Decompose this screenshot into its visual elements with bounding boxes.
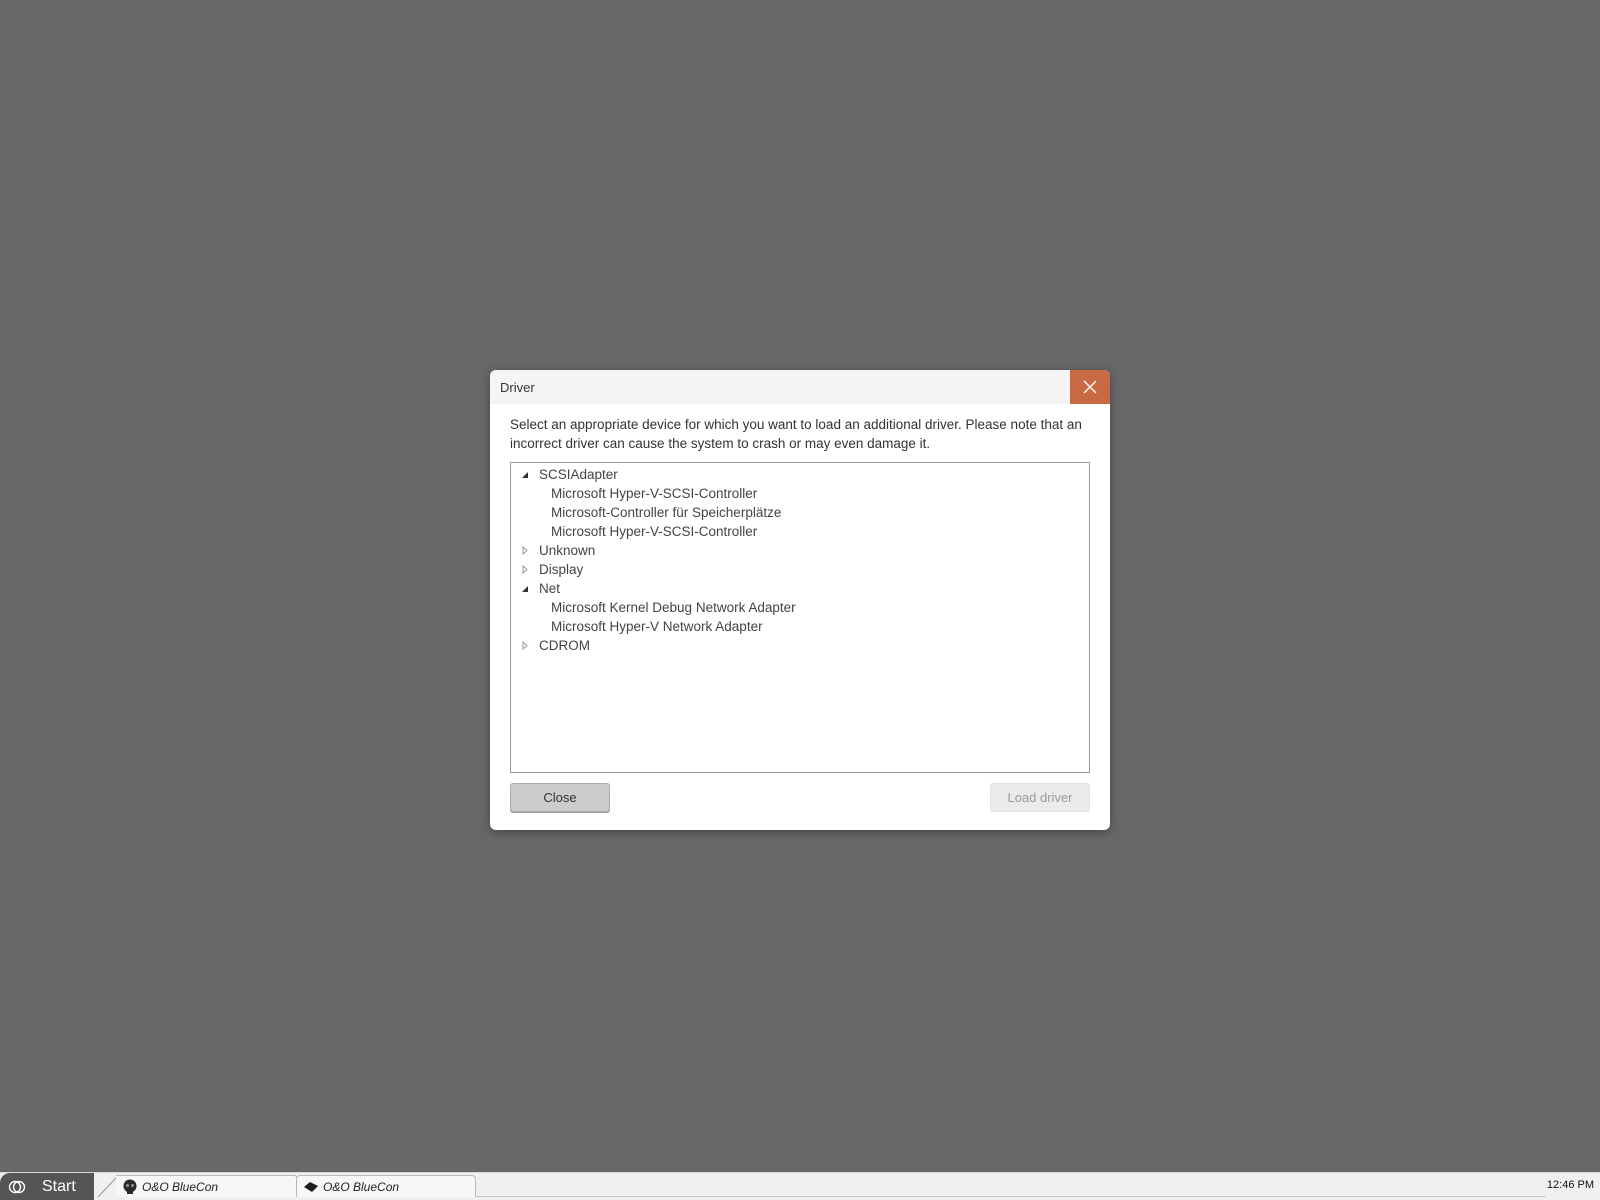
tree-device-item[interactable]: Microsoft Hyper-V Network Adapter <box>511 617 1089 636</box>
taskbar-divider <box>97 1177 117 1198</box>
close-button[interactable]: Close <box>510 783 610 812</box>
tree-category-label: CDROM <box>539 638 590 653</box>
taskbar-item-label: O&O BlueCon <box>142 1179 219 1194</box>
start-button[interactable]: Start <box>0 1173 94 1200</box>
collapsed-arrow-icon[interactable] <box>519 640 531 652</box>
taskbar: Start O&O BlueCon O&O BlueCon 12:46 PM <box>0 1172 1600 1200</box>
tree-category-label: Display <box>539 562 584 577</box>
tree-device-item[interactable]: Microsoft Hyper-V-SCSI-Controller <box>511 484 1089 503</box>
taskbar-separator <box>476 1175 1546 1197</box>
expanded-arrow-icon[interactable] <box>519 583 531 595</box>
load-driver-button[interactable]: Load driver <box>990 783 1090 812</box>
device-tree[interactable]: SCSIAdapter Microsoft Hyper-V-SCSI-Contro… <box>510 462 1090 773</box>
tree-category-label: SCSIAdapter <box>539 467 618 482</box>
tree-category-label: Unknown <box>539 543 596 558</box>
tree-device-label: Microsoft Kernel Debug Network Adapter <box>551 600 796 615</box>
expanded-arrow-icon[interactable] <box>519 469 531 481</box>
tree-device-item[interactable]: Microsoft Kernel Debug Network Adapter <box>511 598 1089 617</box>
collapsed-arrow-icon[interactable] <box>519 545 531 557</box>
dialog-close-button[interactable] <box>1070 370 1110 404</box>
bluecon-skull-icon <box>122 1179 138 1195</box>
tree-device-label: Microsoft Hyper-V Network Adapter <box>551 619 763 634</box>
close-icon <box>1083 380 1097 394</box>
tree-category-net[interactable]: Net <box>511 579 1089 598</box>
tree-category-cdrom[interactable]: CDROM <box>511 636 1089 655</box>
taskbar-item-bluecon-2[interactable]: O&O BlueCon <box>296 1175 476 1197</box>
tree-device-item[interactable]: Microsoft-Controller für Speicherplätze <box>511 503 1089 522</box>
driver-dialog: Driver Select an appropriate device for … <box>490 370 1110 830</box>
bluecon-diamond-icon <box>303 1180 319 1194</box>
tree-device-label: Microsoft-Controller für Speicherplätze <box>551 505 782 520</box>
tree-category-display[interactable]: Display <box>511 560 1089 579</box>
clock: 12:46 PM <box>1546 1179 1594 1191</box>
tree-device-label: Microsoft Hyper-V-SCSI-Controller <box>551 524 758 539</box>
dialog-description: Select an appropriate device for which y… <box>510 417 1082 451</box>
start-label: Start <box>42 1178 76 1195</box>
tree-category-label: Net <box>539 581 561 596</box>
tree-device-item[interactable]: Microsoft Hyper-V-SCSI-Controller <box>511 522 1089 541</box>
taskbar-item-label: O&O BlueCon <box>323 1179 400 1194</box>
taskbar-item-bluecon-1[interactable]: O&O BlueCon <box>116 1175 298 1197</box>
dialog-title: Driver <box>500 379 535 395</box>
start-logo-icon <box>8 1180 26 1194</box>
collapsed-arrow-icon[interactable] <box>519 564 531 576</box>
dialog-titlebar[interactable]: Driver <box>490 370 1110 404</box>
tree-category-scsiadapter[interactable]: SCSIAdapter <box>511 465 1089 484</box>
tree-device-label: Microsoft Hyper-V-SCSI-Controller <box>551 486 758 501</box>
tree-category-unknown[interactable]: Unknown <box>511 541 1089 560</box>
